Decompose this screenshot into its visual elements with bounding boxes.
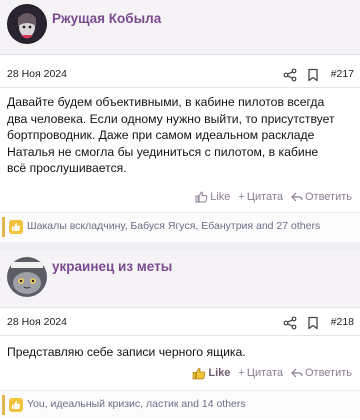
like-label: Like [208, 367, 231, 379]
author-name[interactable]: Ржущая Кобыла [52, 11, 161, 26]
post-body: Давайте будем объективными, в кабине пил… [7, 94, 353, 177]
post-218: украинец из меты 28 Ноя 2024 #218 Предст… [0, 250, 360, 420]
post-actions: Like + Цитата Ответить [192, 365, 352, 381]
reaction-accent [2, 395, 5, 415]
reactions-text[interactable]: Шакалы вскладчину, Бабуся Ягуся, Ебанутр… [27, 220, 320, 232]
quote-label: Цитата [246, 367, 283, 379]
like-button[interactable]: Like [192, 367, 230, 380]
reactions-bar[interactable]: You, идеальный кризис, ластик and 14 oth… [0, 390, 360, 418]
thumbs-up-icon [193, 367, 206, 379]
reply-button[interactable]: Ответить [291, 367, 352, 379]
reactions-bar[interactable]: Шакалы вскладчину, Бабуся Ягуся, Ебанутр… [0, 212, 360, 240]
post-meta: 28 Ноя 2024 #217 [0, 64, 360, 88]
post-actions: Like + Цитата Ответить [195, 189, 352, 205]
post-line: два человека. Если одному нужно выйти, т… [7, 111, 335, 126]
avatar-image [7, 257, 47, 297]
post-meta: 28 Ноя 2024 #218 [0, 312, 360, 336]
thumbs-up-icon [9, 398, 23, 412]
reply-label: Ответить [304, 191, 352, 203]
plus-icon: + [238, 367, 245, 379]
post-number[interactable]: #218 [331, 316, 354, 328]
post-line: Давайте будем объективными, в кабине пил… [7, 95, 325, 109]
share-icon[interactable] [283, 68, 297, 82]
bookmark-icon[interactable] [307, 68, 319, 82]
post-line: бортпроводник. Даже при самом идеальном … [7, 128, 315, 142]
reaction-accent [2, 217, 5, 237]
post-date[interactable]: 28 Ноя 2024 [7, 316, 67, 328]
reply-label: Ответить [304, 367, 352, 379]
reactions-text[interactable]: You, идеальный кризис, ластик and 14 oth… [27, 398, 246, 410]
post-body: Представляю себе записи черного ящика. [7, 344, 353, 361]
quote-button[interactable]: + Цитата [238, 367, 283, 379]
post-217: Ржущая Кобыла 28 Ноя 2024 #217 Давайте б… [0, 0, 360, 242]
bookmark-icon[interactable] [307, 316, 319, 330]
share-icon[interactable] [283, 316, 297, 330]
post-line: всё прослушивается. [7, 161, 127, 175]
reply-button[interactable]: Ответить [291, 191, 352, 203]
quote-button[interactable]: + Цитата [238, 191, 283, 203]
thumbs-up-icon [9, 220, 23, 234]
like-button[interactable]: Like [195, 191, 230, 203]
post-number[interactable]: #217 [331, 68, 354, 80]
reply-icon [291, 368, 303, 378]
reply-icon [291, 192, 303, 202]
post-author-bar: Ржущая Кобыла [0, 0, 360, 55]
post-date[interactable]: 28 Ноя 2024 [7, 68, 67, 80]
quote-label: Цитата [246, 191, 283, 203]
avatar[interactable] [7, 4, 47, 44]
plus-icon: + [238, 191, 245, 203]
like-label: Like [210, 191, 231, 203]
author-name[interactable]: украинец из меты [52, 259, 172, 274]
thumbs-up-icon [195, 191, 208, 203]
avatar-image [7, 4, 47, 44]
post-author-bar: украинец из меты [0, 250, 360, 308]
post-line: Наталья не смогла бы уединиться с пилото… [7, 144, 319, 159]
post-line: Представляю себе записи черного ящика. [7, 345, 246, 359]
avatar[interactable] [7, 257, 47, 297]
